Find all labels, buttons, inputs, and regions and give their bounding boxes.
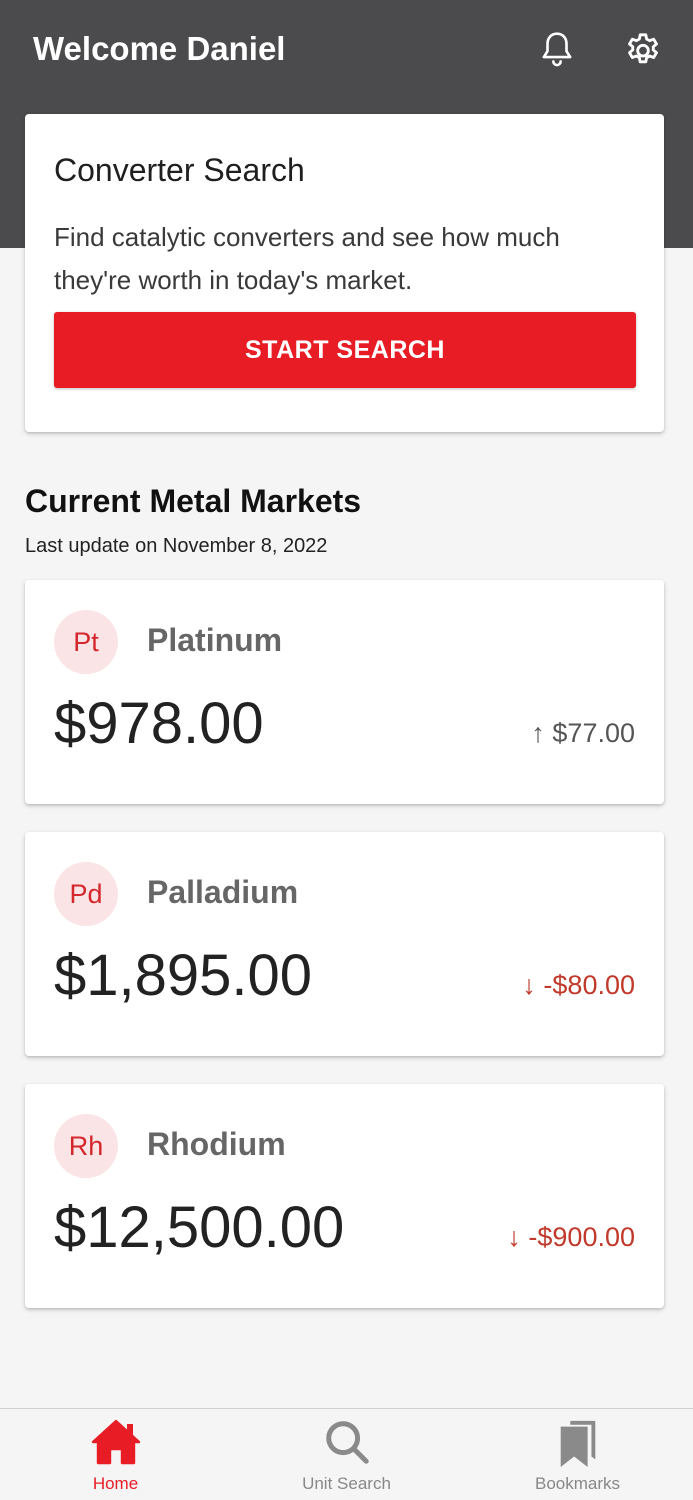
home-icon xyxy=(90,1417,142,1472)
search-card-title: Converter Search xyxy=(54,152,305,188)
price-change: ↓ -$900.00 xyxy=(507,1222,635,1252)
bottom-navigation: Home Unit Search Bookmarks xyxy=(0,1408,693,1500)
last-update-text: Last update on November 8, 2022 xyxy=(25,535,328,557)
price-change: ↑ $77.00 xyxy=(531,718,635,748)
nav-label-unit-search: Unit Search xyxy=(302,1474,391,1493)
metal-name: Palladium xyxy=(147,874,299,910)
nav-label-home: Home xyxy=(92,1474,139,1493)
metal-symbol-badge: Pd xyxy=(54,862,118,926)
metal-name: Platinum xyxy=(147,622,283,658)
nav-item-bookmarks[interactable]: Bookmarks xyxy=(462,1409,693,1500)
gear-icon[interactable] xyxy=(622,28,664,70)
bookmark-icon xyxy=(553,1417,603,1474)
markets-title: Current Metal Markets xyxy=(25,483,362,519)
metal-card-rhodium[interactable]: Rh Rhodium $12,500.00 ↓ -$900.00 xyxy=(25,1084,664,1308)
metal-price: $12,500.00 xyxy=(54,1195,345,1260)
start-search-button[interactable]: START SEARCH xyxy=(54,312,636,388)
nav-item-home[interactable]: Home xyxy=(0,1409,231,1500)
metal-name: Rhodium xyxy=(147,1126,286,1162)
metal-card-platinum[interactable]: Pt Platinum $978.00 ↑ $77.00 xyxy=(25,580,664,804)
metal-card-palladium[interactable]: Pd Palladium $1,895.00 ↓ -$80.00 xyxy=(25,832,664,1056)
search-card-description: Find catalytic converters and see how mu… xyxy=(54,222,560,295)
search-icon xyxy=(322,1417,372,1472)
converter-search-card: Converter Search Find catalytic converte… xyxy=(25,114,664,432)
nav-label-bookmarks: Bookmarks xyxy=(534,1474,621,1493)
price-change: ↓ -$80.00 xyxy=(522,970,635,1000)
bell-icon[interactable] xyxy=(536,28,578,70)
metal-symbol-badge: Pt xyxy=(54,610,118,674)
metal-symbol-badge: Rh xyxy=(54,1114,118,1178)
metal-price: $978.00 xyxy=(54,691,264,756)
metal-price: $1,895.00 xyxy=(54,943,313,1008)
nav-item-unit-search[interactable]: Unit Search xyxy=(231,1409,462,1500)
welcome-title: Welcome Daniel xyxy=(33,30,286,67)
